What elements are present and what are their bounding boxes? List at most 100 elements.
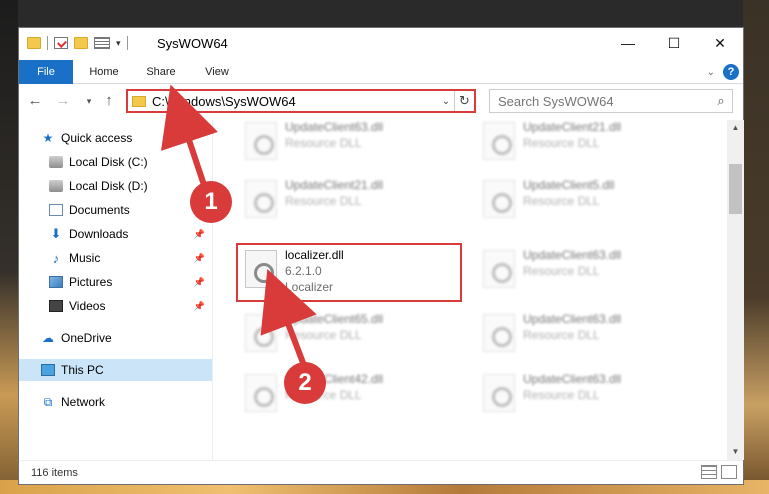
divider [47,36,48,50]
download-icon: ⬇ [50,226,62,241]
customize-toolbar-icon[interactable]: ▾ [116,38,121,49]
dll-file-icon [483,374,515,412]
item-count: 116 items [31,467,78,479]
sidebar-item-label: Quick access [61,131,133,145]
address-bar[interactable]: C:\Windows\SysWOW64 ⌄ ↻ [126,89,476,113]
view-toggles [701,465,737,479]
file-item[interactable]: UpdateClient63.dll Resource DLL [239,120,449,172]
sidebar-item-label: Local Disk (C:) [69,155,148,169]
star-icon: ★ [42,131,54,145]
dll-file-icon [245,374,277,412]
pin-icon[interactable]: 📌 [194,301,205,312]
folder-icon[interactable] [27,37,41,49]
properties-icon[interactable] [54,37,68,49]
window-title: SysWOW64 [157,36,228,51]
vertical-scrollbar[interactable]: ▲ ▼ [727,120,744,460]
sidebar-item-label: Local Disk (D:) [69,179,148,193]
videos-icon [49,300,63,312]
search-box[interactable]: ⌕ [489,89,733,113]
address-path[interactable]: C:\Windows\SysWOW64 [152,94,438,109]
view-options-icon[interactable] [94,37,110,49]
file-item[interactable]: UpdateClient21.dll Resource DLL [239,174,449,230]
file-item[interactable]: UpdateClient5.dll Resource DLL [477,174,687,230]
sidebar-item-music[interactable]: ♪ Music 📌 [49,247,211,269]
sidebar-item-local-disk-c[interactable]: Local Disk (C:) [49,151,211,173]
sidebar-item-label: Pictures [69,275,113,289]
sidebar-item-quick-access[interactable]: ★ Quick access [41,127,211,149]
tab-file[interactable]: File [19,60,73,84]
dll-file-icon [245,122,277,160]
close-button[interactable]: ✕ [697,28,743,60]
sidebar-item-label: Music [69,251,101,265]
tab-view[interactable]: View [197,60,237,84]
back-arrow-icon[interactable]: ← [25,91,45,111]
scroll-down-icon[interactable]: ▼ [727,444,744,460]
file-name: UpdateClient65.dll [285,312,384,326]
file-name: UpdateClient63.dll [523,312,622,326]
refresh-icon[interactable]: ↻ [454,91,474,111]
file-description: Resource DLL [523,264,600,278]
details-view-icon[interactable] [701,465,717,479]
sidebar-item-network[interactable]: ⧉ Network [41,391,211,413]
dll-file-icon [483,314,515,352]
tab-home[interactable]: Home [81,60,127,84]
file-description: Resource DLL [523,194,600,208]
sidebar-item-label: Documents [69,203,130,217]
sidebar-item-pictures[interactable]: Pictures 📌 [49,271,211,293]
recent-locations-icon[interactable]: ▾ [79,91,99,111]
expand-ribbon-icon[interactable]: ⌄ [707,67,715,78]
scroll-up-icon[interactable]: ▲ [727,120,744,136]
drive-icon [49,156,63,168]
file-item[interactable]: UpdateClient63.dll Resource DLL [477,244,687,300]
sidebar-item-downloads[interactable]: ⬇ Downloads 📌 [49,223,211,245]
chevron-down-icon[interactable]: ⌄ [438,96,454,107]
dll-file-icon [245,180,277,218]
sidebar-item-local-disk-d[interactable]: Local Disk (D:) [49,175,211,197]
up-arrow-icon[interactable]: ↑ [99,91,119,111]
pin-icon[interactable]: 📌 [194,229,205,240]
file-item[interactable]: UpdateClient42.dll Resource DLL [239,368,449,424]
search-input[interactable] [498,93,710,109]
sidebar-item-documents[interactable]: Documents [49,199,211,221]
scrollbar-thumb[interactable] [729,164,742,214]
dll-file-icon [483,122,515,160]
window-controls: — ☐ ✕ [605,28,743,60]
sidebar-item-videos[interactable]: Videos 📌 [49,295,211,317]
minimize-button[interactable]: — [605,28,651,60]
sidebar-item-label: This PC [61,363,104,377]
computer-icon [41,364,55,376]
sidebar-item-label: Videos [69,299,106,313]
address-row: ← → ▾ ↑ C:\Windows\SysWOW64 ⌄ ↻ ⌕ [19,86,743,116]
maximize-button[interactable]: ☐ [651,28,697,60]
file-item[interactable]: UpdateClient63.dll Resource DLL [477,368,687,424]
pin-icon[interactable]: 📌 [194,253,205,264]
file-name: UpdateClient21.dll [523,120,622,134]
pin-icon[interactable]: 📌 [194,277,205,288]
sidebar-item-onedrive[interactable]: ☁ OneDrive [41,327,211,349]
folder-icon [132,95,146,107]
file-item[interactable]: UpdateClient63.dll Resource DLL [477,308,687,364]
file-description: Resource DLL [285,194,362,208]
sidebar-item-label: Network [61,395,106,409]
search-icon[interactable]: ⌕ [710,93,732,109]
localizer-highlight-box [236,243,462,302]
new-folder-icon[interactable] [74,37,88,49]
file-name: UpdateClient63.dll [523,248,622,262]
tab-share[interactable]: Share [139,60,183,84]
file-description: Resource DLL [523,328,600,342]
title-bar: ▾ SysWOW64 — ☐ ✕ [19,28,743,60]
drive-icon [49,180,63,192]
file-item[interactable]: UpdateClient65.dll Resource DLL [239,308,449,364]
file-name: UpdateClient5.dll [523,178,615,192]
forward-arrow-icon[interactable]: → [53,91,73,111]
file-description: Resource DLL [285,136,362,150]
sidebar-item-label: Downloads [69,227,129,241]
ribbon: File Home Share View ⌄ ? [19,60,743,84]
file-item[interactable]: UpdateClient21.dll Resource DLL [477,120,687,172]
sidebar-item-this-pc[interactable]: This PC [19,359,212,381]
dll-file-icon [245,314,277,352]
file-name: UpdateClient63.dll [523,372,622,386]
large-icons-view-icon[interactable] [721,465,737,479]
desktop-background-right [743,0,769,494]
help-icon[interactable]: ? [723,64,739,80]
